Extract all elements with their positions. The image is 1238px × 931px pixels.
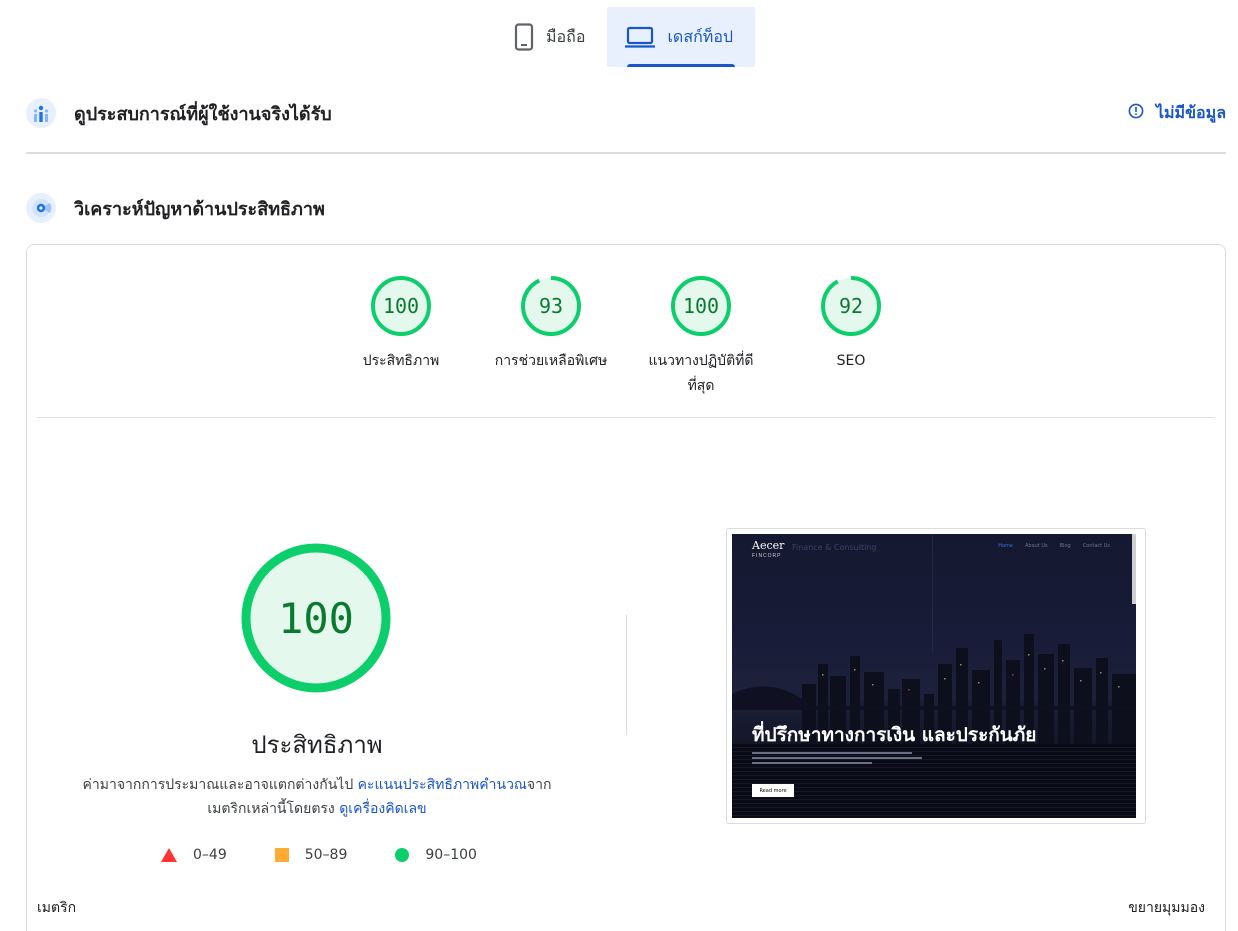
screenshot-nav: Home About Us Blog Contact Us [998,543,1110,549]
legend-fail-range: 0–49 [193,847,227,863]
screenshot-nav-item: Home [998,543,1013,549]
device-tabs: มือถือ เดสก์ท็อป [496,7,756,67]
gauge-ring: 93 [520,275,582,337]
gauge-label: การช่วยเหลือพิเศษ [494,353,608,369]
screenshot-image: Aecer FINCORP Finance & Consulting Home A… [732,534,1136,818]
score-calculation-link[interactable]: คะแนนประสิทธิภาพคำนวณ [358,777,527,793]
phone-icon [514,23,534,51]
desc-prefix: ค่ามาจากการประมาณและอาจแตกต่างกันไป [82,777,358,793]
tab-mobile[interactable]: มือถือ [496,7,607,67]
crux-header: ดูประสบการณ์ที่ผู้ใช้งานจริงได้รับ ไม่มี… [26,98,1226,128]
crux-title: ดูประสบการณ์ที่ผู้ใช้งานจริงได้รับ [74,103,332,125]
legend-fail: 0–49 [161,847,227,863]
screenshot-hero-text: ที่ปรึกษาทางการเงิน และประกันภัย [752,724,1037,746]
lighthouse-icon [26,193,56,223]
tab-mobile-label: มือถือ [546,26,586,46]
circle-icon [395,848,410,862]
info-icon [1128,103,1144,123]
performance-title: ประสิทธิภาพ [251,731,383,759]
legend-pass-range: 90–100 [425,847,477,863]
no-data-link[interactable]: ไม่มีข้อมูล [1128,101,1226,126]
calculator-link[interactable]: ดูเครื่องคิดเลข [339,801,426,817]
performance-description: ค่ามาจากการประมาณและอาจแตกต่างกันไป คะแน… [77,773,557,821]
gauge-score: 93 [538,294,564,318]
legend-average: 50–89 [274,847,348,863]
screenshot-tagline: Finance & Consulting [792,543,877,552]
crux-chart-icon [26,98,56,128]
gauge-label: แนวทางปฏิบัติที่ดีที่สุด [648,353,754,394]
screenshot-nav-item: Blog [1059,543,1071,549]
screenshot-subtext [752,752,922,764]
screenshot-nav-item: About Us [1024,543,1048,549]
report-card: 100 ประสิทธิภาพ 93 การช่วยเหลือพิเศษ 100… [26,244,1226,931]
laptop-icon [625,26,656,48]
triangle-icon [161,848,177,862]
gauge-ring: 100 [670,275,732,337]
gauge-performance[interactable]: 100 ประสิทธิภาพ [326,275,476,399]
metrics-heading: เมตริก [37,900,77,916]
gauge-seo[interactable]: 92 SEO [776,275,926,399]
performance-big-gauge: 100 [241,543,391,693]
card-divider [37,417,1215,418]
gauge-ring: 92 [820,275,882,337]
screenshot-scrollbar [1132,534,1136,604]
screenshot-button: Read more [752,784,794,797]
screenshot-water [732,744,1136,818]
legend-average-range: 50–89 [304,847,348,863]
performance-score: 100 [278,593,354,643]
gauge-best-practices[interactable]: 100 แนวทางปฏิบัติที่ดีที่สุด [626,275,776,399]
score-gauges: 100 ประสิทธิภาพ 93 การช่วยเหลือพิเศษ 100… [27,275,1225,399]
expand-view-toggle[interactable]: ขยายมุมมอง [1128,897,1205,919]
tab-desktop[interactable]: เดสก์ท็อป [607,7,756,67]
gauge-ring: 100 [370,275,432,337]
score-legend: 0–49 50–89 90–100 [161,847,525,863]
screenshot-brand: Aecer FINCORP [752,540,784,562]
screenshot-brand-sub: FINCORP [752,553,782,559]
legend-pass: 90–100 [395,847,477,863]
gauge-label: SEO [836,353,866,369]
square-icon [274,848,289,862]
diagnose-title: วิเคราะห์ปัญหาด้านประสิทธิภาพ [74,198,325,220]
no-data-label: ไม่มีข้อมูล [1155,102,1226,122]
tab-desktop-label: เดสก์ท็อป [667,26,734,46]
gauge-label: ประสิทธิภาพ [362,353,440,369]
diagnose-header: วิเคราะห์ปัญหาด้านประสิทธิภาพ [26,193,1226,223]
gauge-score: 92 [838,294,864,318]
screenshot-nav-item: Contact Us [1082,543,1110,549]
final-screenshot[interactable]: Aecer FINCORP Finance & Consulting Home A… [726,528,1146,824]
vertical-divider [626,615,627,735]
gauge-score: 100 [382,294,420,318]
gauge-score: 100 [682,294,720,318]
gauge-accessibility[interactable]: 93 การช่วยเหลือพิเศษ [476,275,626,399]
section-divider [26,152,1226,154]
